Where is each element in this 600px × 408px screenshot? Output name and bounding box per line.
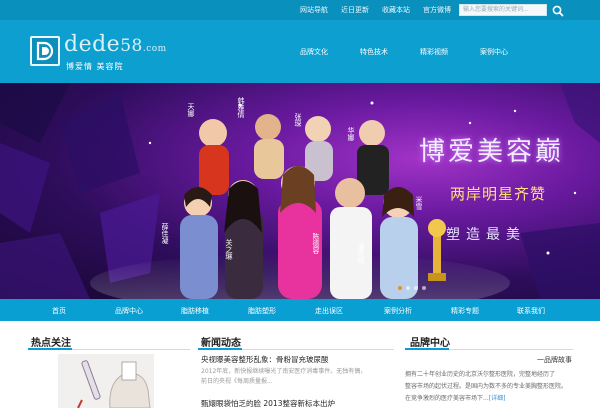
main-nav-myths[interactable]: 走出误区 <box>315 306 343 316</box>
nav-brand-culture[interactable]: 品牌文化 <box>300 47 360 57</box>
news-summary: 前日的央视《每周质量报... <box>201 378 273 385</box>
top-utility-bar: 网站导航 近日更新 收藏本站 官方微博 输入您要搜索的关键词... <box>0 0 600 20</box>
main-nav-topics[interactable]: 精彩专题 <box>451 306 479 316</box>
content-area: 热点关注 新闻动态 央视曝美容整形乱象：骨粉冒充玻尿酸 2012年底，新快报继续… <box>0 321 600 408</box>
brand-intro-line: 在竞争激烈的医疗美容市场下...[详细] <box>405 393 505 402</box>
hot-thumbnail[interactable] <box>58 354 154 408</box>
main-nav-brand[interactable]: 品牌中心 <box>115 306 143 316</box>
hot-section-title: 热点关注 <box>31 338 71 349</box>
title-accent <box>405 348 449 350</box>
top-links: 网站导航 近日更新 收藏本站 官方微博 <box>300 0 464 20</box>
slide-dot[interactable] <box>414 286 418 290</box>
celebrity-name-label: 米雪 <box>415 196 423 210</box>
main-nav-contact[interactable]: 联系我们 <box>517 306 545 316</box>
brand-section-title: 品牌中心 <box>410 338 450 349</box>
logo-text: dede58.com <box>64 32 167 57</box>
logo-domain: .com <box>142 44 167 54</box>
logo-number: 58 <box>120 36 143 56</box>
header: dede58.com 博爱情 美容院 品牌文化 特色技术 精彩视频 案例中心 <box>0 20 600 83</box>
main-nav-cases[interactable]: 案例分析 <box>384 306 412 316</box>
celebrity-group <box>180 114 418 299</box>
logo-mark-icon <box>30 36 60 66</box>
slide-dot[interactable] <box>398 286 402 290</box>
official-weibo-link[interactable]: 官方微博 <box>423 5 451 15</box>
brand-intro-line: 拥有二十年创业历史的北京沃尔整形医院，完整地经历了 <box>405 371 556 378</box>
slide-dot[interactable] <box>406 286 410 290</box>
header-nav: 品牌文化 特色技术 精彩视频 案例中心 <box>300 47 540 57</box>
main-nav: 首页 品牌中心 脂肪移植 脂肪塑形 走出误区 案例分析 精彩专题 联系我们 <box>0 299 600 321</box>
slide-dot[interactable] <box>422 286 426 290</box>
celebrity-name-label: 关之琳 <box>225 239 233 260</box>
news-headline[interactable]: 央视曝美容整形乱象：骨粉冒充玻尿酸 <box>201 354 329 365</box>
site-nav-link[interactable]: 网站导航 <box>300 5 328 15</box>
banner-title: 博爱美容巅 <box>419 137 565 167</box>
celebrity-name-label: 张琛 <box>294 113 302 127</box>
news-summary: 2012年底，新快报继续曝光了南安医疗消毒事件。无独有偶， <box>201 368 367 375</box>
logo-subtitle: 博爱情 美容院 <box>66 62 124 71</box>
banner-tagline: 塑造最美 <box>446 227 526 243</box>
title-accent <box>198 348 242 350</box>
nav-featured-tech[interactable]: 特色技术 <box>360 47 420 57</box>
celebrity-name-label: 韩雅倩 <box>237 97 245 118</box>
celebrity-name-label: 薛佳凝 <box>161 223 169 244</box>
site-logo[interactable]: dede58.com 博爱情 美容院 <box>30 30 190 76</box>
slide-indicator <box>398 286 426 290</box>
brand-story-heading: 一品牌故事 <box>537 356 572 364</box>
celebrity-name-label: 天娜 <box>187 103 195 117</box>
brand-more-link[interactable]: [详细] <box>489 395 506 402</box>
title-accent <box>28 348 72 350</box>
main-nav-fat-shaping[interactable]: 脂肪塑形 <box>248 306 276 316</box>
banner-subtitle: 两岸明星齐赞 <box>450 185 547 203</box>
hero-banner[interactable]: 天娜 韩雅倩 张琛 华娜 薛佳凝 关之琳 陈德容 潘粤明 米雪 博爱美容巅 两岸… <box>0 83 600 299</box>
bookmark-link[interactable]: 收藏本站 <box>382 5 410 15</box>
logo-word: dede <box>64 32 121 57</box>
main-nav-home[interactable]: 首页 <box>52 306 66 316</box>
search-icon[interactable] <box>551 3 565 17</box>
news-section-title: 新闻动态 <box>201 338 241 349</box>
celebrity-name-label: 华娜 <box>347 127 355 141</box>
celebrity-name-label: 潘粤明 <box>357 243 365 264</box>
nav-videos[interactable]: 精彩视频 <box>420 47 480 57</box>
news-headline[interactable]: 甄嬛眼袋怕乏的脸 2013整容新标本出炉 <box>201 398 335 408</box>
nav-case-center[interactable]: 案例中心 <box>480 47 540 57</box>
brand-intro-text: 在竞争激烈的医疗美容市场下... <box>405 395 489 402</box>
injection-illustration <box>58 354 154 408</box>
page: 网站导航 近日更新 收藏本站 官方微博 输入您要搜索的关键词... dede58… <box>0 0 600 408</box>
celebrity-name-label: 陈德容 <box>312 233 320 254</box>
recent-updates-link[interactable]: 近日更新 <box>341 5 369 15</box>
main-nav-fat-graft[interactable]: 脂肪移植 <box>181 306 209 316</box>
brand-intro-line: 整容市场的起伏过程。是国内为数不多的专业美胸整形医院。 <box>405 383 568 390</box>
search-input[interactable]: 输入您要搜索的关键词... <box>459 4 547 16</box>
